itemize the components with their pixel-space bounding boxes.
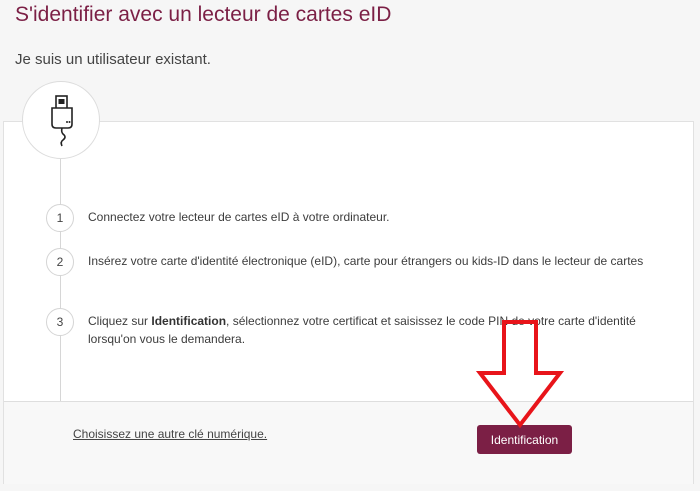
step-3-text-start: Cliquez sur <box>88 314 152 328</box>
steps-timeline-line <box>60 158 61 401</box>
page-title: S'identifier avec un lecteur de cartes e… <box>15 3 392 26</box>
step-1-text: Connectez votre lecteur de cartes eID à … <box>88 210 390 224</box>
step-1-number: 1 <box>46 204 74 232</box>
step-2-number: 2 <box>46 248 74 276</box>
other-digital-key-link[interactable]: Choisissez une autre clé numérique. <box>73 427 267 441</box>
red-down-arrow-icon <box>475 320 565 429</box>
step-3-bold-identification: Identification <box>151 314 227 328</box>
card-reader-icon <box>22 81 100 159</box>
page-subtitle: Je suis un utilisateur existant. <box>15 51 211 68</box>
step-3-number: 3 <box>46 308 74 336</box>
step-3-text: Cliquez sur Identification, sélectionnez… <box>88 312 658 348</box>
card-footer <box>4 401 693 484</box>
step-2-text: Insérez votre carte d'identité électroni… <box>88 254 644 268</box>
